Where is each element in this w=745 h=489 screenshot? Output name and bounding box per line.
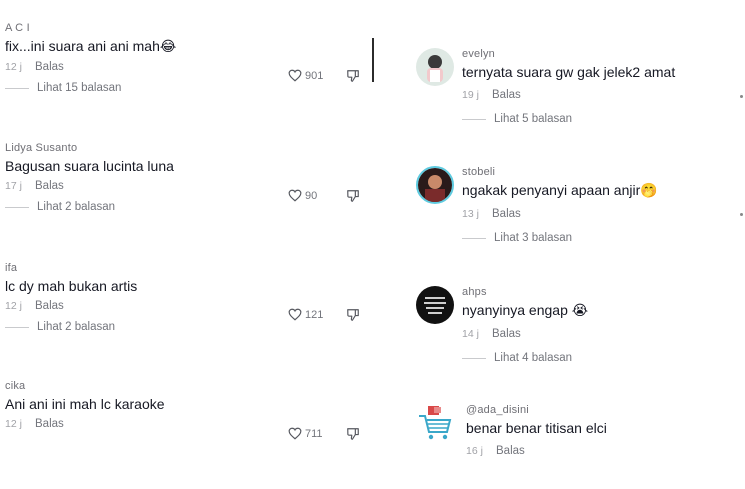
avatar[interactable]: [416, 286, 454, 324]
like-button[interactable]: 901: [288, 69, 323, 82]
replies-divider-line: [5, 206, 29, 208]
dislike-button[interactable]: [346, 189, 360, 208]
reply-button[interactable]: Balas: [35, 61, 64, 73]
avatar[interactable]: [416, 48, 454, 86]
user-avatar-image: [418, 168, 452, 202]
comment-username[interactable]: evelyn: [462, 48, 675, 60]
comment-timestamp: 12 j: [5, 61, 22, 73]
view-replies-label: Lihat 2 balasan: [37, 321, 116, 333]
reply-button[interactable]: Balas: [496, 445, 525, 457]
like-count: 711: [305, 427, 323, 440]
replies-divider-line: [462, 118, 486, 120]
user-avatar-image: [416, 286, 454, 324]
avatar[interactable]: [416, 404, 454, 442]
reply-button[interactable]: Balas: [35, 300, 64, 312]
comment-actions: 711: [288, 427, 359, 440]
edge-dot: [740, 95, 743, 98]
dislike-button[interactable]: [346, 427, 360, 446]
comment-timestamp: 12 j: [5, 300, 22, 312]
like-button[interactable]: 90: [288, 189, 317, 202]
comment-timestamp: 14 j: [462, 328, 479, 340]
dislike-button[interactable]: [346, 308, 360, 327]
comment-text: fix...ini suara ani ani mah😂: [5, 38, 177, 54]
comment-username[interactable]: cika: [5, 380, 165, 392]
view-replies-button[interactable]: Lihat 2 balasan: [5, 201, 174, 213]
reply-button[interactable]: Balas: [492, 208, 521, 220]
comment-text: lc dy mah bukan artis: [5, 278, 138, 294]
comment-timestamp: 19 j: [462, 89, 479, 101]
replies-divider-line: [5, 326, 29, 328]
like-count: 121: [305, 308, 324, 321]
like-count: 901: [305, 69, 324, 82]
comment-text: benar benar titisan elci: [466, 420, 607, 436]
view-replies-button[interactable]: Lihat 2 balasan: [5, 321, 137, 333]
edge-dot: [740, 213, 743, 216]
comment-text: nyanyinya engap 😭: [462, 302, 589, 318]
view-replies-button[interactable]: Lihat 3 balasan: [462, 232, 658, 244]
comment-username[interactable]: Lidya Susanto: [5, 142, 174, 154]
comment-username[interactable]: ifa: [5, 262, 137, 274]
heart-outline-icon: [288, 189, 302, 202]
comment-username[interactable]: ahps: [462, 286, 588, 298]
comment-item: cika Ani ani ini mah lc karaoke 12 j Bal…: [5, 380, 165, 430]
comment-username[interactable]: A C I: [5, 22, 176, 34]
reply-button[interactable]: Balas: [35, 418, 64, 430]
heart-outline-icon: [288, 427, 302, 440]
comment-timestamp: 13 j: [462, 208, 479, 220]
heart-outline-icon: [288, 69, 302, 82]
view-replies-label: Lihat 15 balasan: [37, 82, 122, 94]
comment-username[interactable]: stobeli: [462, 166, 658, 178]
comment-timestamp: 17 j: [5, 180, 22, 192]
comment-actions: 901: [288, 69, 359, 82]
view-replies-label: Lihat 3 balasan: [494, 232, 573, 244]
shopping-cart-icon: [416, 404, 454, 442]
like-count: 90: [305, 189, 318, 202]
comment-actions: 121: [288, 308, 359, 321]
thumbs-down-outline-icon: [347, 428, 359, 440]
comment-text: Ani ani ini mah lc karaoke: [5, 396, 165, 412]
like-button[interactable]: 121: [288, 308, 323, 321]
heart-outline-icon: [288, 308, 302, 321]
replies-divider-line: [462, 357, 486, 359]
user-avatar-image: [416, 48, 454, 86]
view-replies-button[interactable]: Lihat 4 balasan: [462, 352, 588, 364]
view-replies-button[interactable]: Lihat 5 balasan: [462, 113, 675, 125]
view-replies-label: Lihat 4 balasan: [494, 352, 573, 364]
view-replies-label: Lihat 5 balasan: [494, 113, 573, 125]
comment-item: ifa lc dy mah bukan artis 12 j Balas Lih…: [5, 262, 137, 333]
scrollbar[interactable]: [372, 38, 374, 82]
comment-text: ternyata suara gw gak jelek2 amat: [462, 64, 676, 80]
reply-button[interactable]: Balas: [492, 89, 521, 101]
view-replies-label: Lihat 2 balasan: [37, 201, 116, 213]
view-replies-button[interactable]: Lihat 15 balasan: [5, 82, 176, 94]
comment-actions: 90: [288, 189, 359, 202]
dislike-button[interactable]: [346, 69, 360, 88]
like-button[interactable]: 711: [288, 427, 323, 440]
reply-button[interactable]: Balas: [492, 328, 521, 340]
replies-divider-line: [462, 237, 486, 239]
comment-username[interactable]: @ada_disini: [466, 404, 607, 416]
comment-item: Lidya Susanto Bagusan suara lucinta luna…: [5, 142, 174, 213]
comment-text: ngakak penyanyi apaan anjir🤭: [462, 182, 658, 198]
reply-button[interactable]: Balas: [35, 180, 64, 192]
comment-timestamp: 12 j: [5, 418, 22, 430]
thumbs-down-outline-icon: [347, 309, 359, 321]
comment-text: Bagusan suara lucinta luna: [5, 158, 174, 174]
thumbs-down-outline-icon: [347, 70, 359, 82]
replies-divider-line: [5, 87, 29, 89]
comment-timestamp: 16 j: [466, 445, 483, 457]
comment-item: A C I fix...ini suara ani ani mah😂 12 j …: [5, 22, 176, 94]
avatar[interactable]: [416, 166, 454, 204]
thumbs-down-outline-icon: [347, 190, 359, 202]
